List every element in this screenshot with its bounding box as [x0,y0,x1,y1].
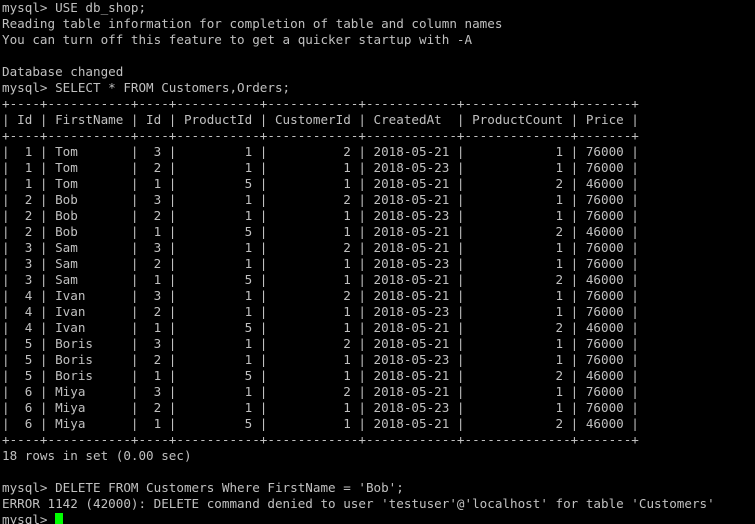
table-row: | 5 | Boris | 1 | 5 | 1 | 2018-05-21 | 2… [2,368,639,383]
table-border: +----+-----------+----+-----------+-----… [2,128,639,143]
result-summary: 18 rows in set (0.00 sec) [2,448,192,463]
prompt-label: mysql> [2,512,56,524]
table-row: | 3 | Sam | 3 | 1 | 2 | 2018-05-21 | 1 |… [2,240,639,255]
table-row: | 5 | Boris | 3 | 1 | 2 | 2018-05-21 | 1… [2,336,639,351]
table-row: | 3 | Sam | 1 | 5 | 1 | 2018-05-21 | 2 |… [2,272,639,287]
table-row: | 4 | Ivan | 3 | 1 | 2 | 2018-05-21 | 1 … [2,288,639,303]
table-row: | 2 | Bob | 1 | 5 | 1 | 2018-05-21 | 2 |… [2,224,639,239]
cursor-block [55,513,64,524]
table-row: | 4 | Ivan | 1 | 5 | 1 | 2018-05-21 | 2 … [2,320,639,335]
table-row: | 2 | Bob | 3 | 1 | 2 | 2018-05-21 | 1 |… [2,192,639,207]
command-input-line[interactable]: mysql> [2,512,755,524]
terminal-line: mysql> DELETE FROM Customers Where First… [2,480,404,495]
table-row: | 5 | Boris | 2 | 1 | 1 | 2018-05-23 | 1… [2,352,639,367]
error-message: ERROR 1142 (42000): DELETE command denie… [2,496,715,511]
table-row: | 1 | Tom | 3 | 1 | 2 | 2018-05-21 | 1 |… [2,144,639,159]
terminal-line: mysql> SELECT * FROM Customers,Orders; [2,80,291,95]
table-row: | 1 | Tom | 1 | 5 | 1 | 2018-05-21 | 2 |… [2,176,639,191]
table-border: +----+-----------+----+-----------+-----… [2,432,639,447]
table-row: | 2 | Bob | 2 | 1 | 1 | 2018-05-23 | 1 |… [2,208,639,223]
terminal-window[interactable]: mysql> USE db_shop; Reading table inform… [0,0,755,524]
table-header: | Id | FirstName | Id | ProductId | Cust… [2,112,639,127]
table-row: | 6 | Miya | 1 | 5 | 1 | 2018-05-21 | 2 … [2,416,639,431]
terminal-line: Database changed [2,64,124,79]
table-row: | 6 | Miya | 2 | 1 | 1 | 2018-05-23 | 1 … [2,400,639,415]
terminal-line: mysql> USE db_shop; [2,0,147,15]
table-row: | 6 | Miya | 3 | 1 | 2 | 2018-05-21 | 1 … [2,384,639,399]
terminal-output: mysql> USE db_shop; Reading table inform… [2,0,755,512]
table-border: +----+-----------+----+-----------+-----… [2,96,639,111]
table-row: | 4 | Ivan | 2 | 1 | 1 | 2018-05-23 | 1 … [2,304,639,319]
table-row: | 3 | Sam | 2 | 1 | 1 | 2018-05-23 | 1 |… [2,256,639,271]
table-row: | 1 | Tom | 2 | 1 | 1 | 2018-05-23 | 1 |… [2,160,639,175]
terminal-line: You can turn off this feature to get a q… [2,32,473,47]
terminal-line: Reading table information for completion… [2,16,503,31]
